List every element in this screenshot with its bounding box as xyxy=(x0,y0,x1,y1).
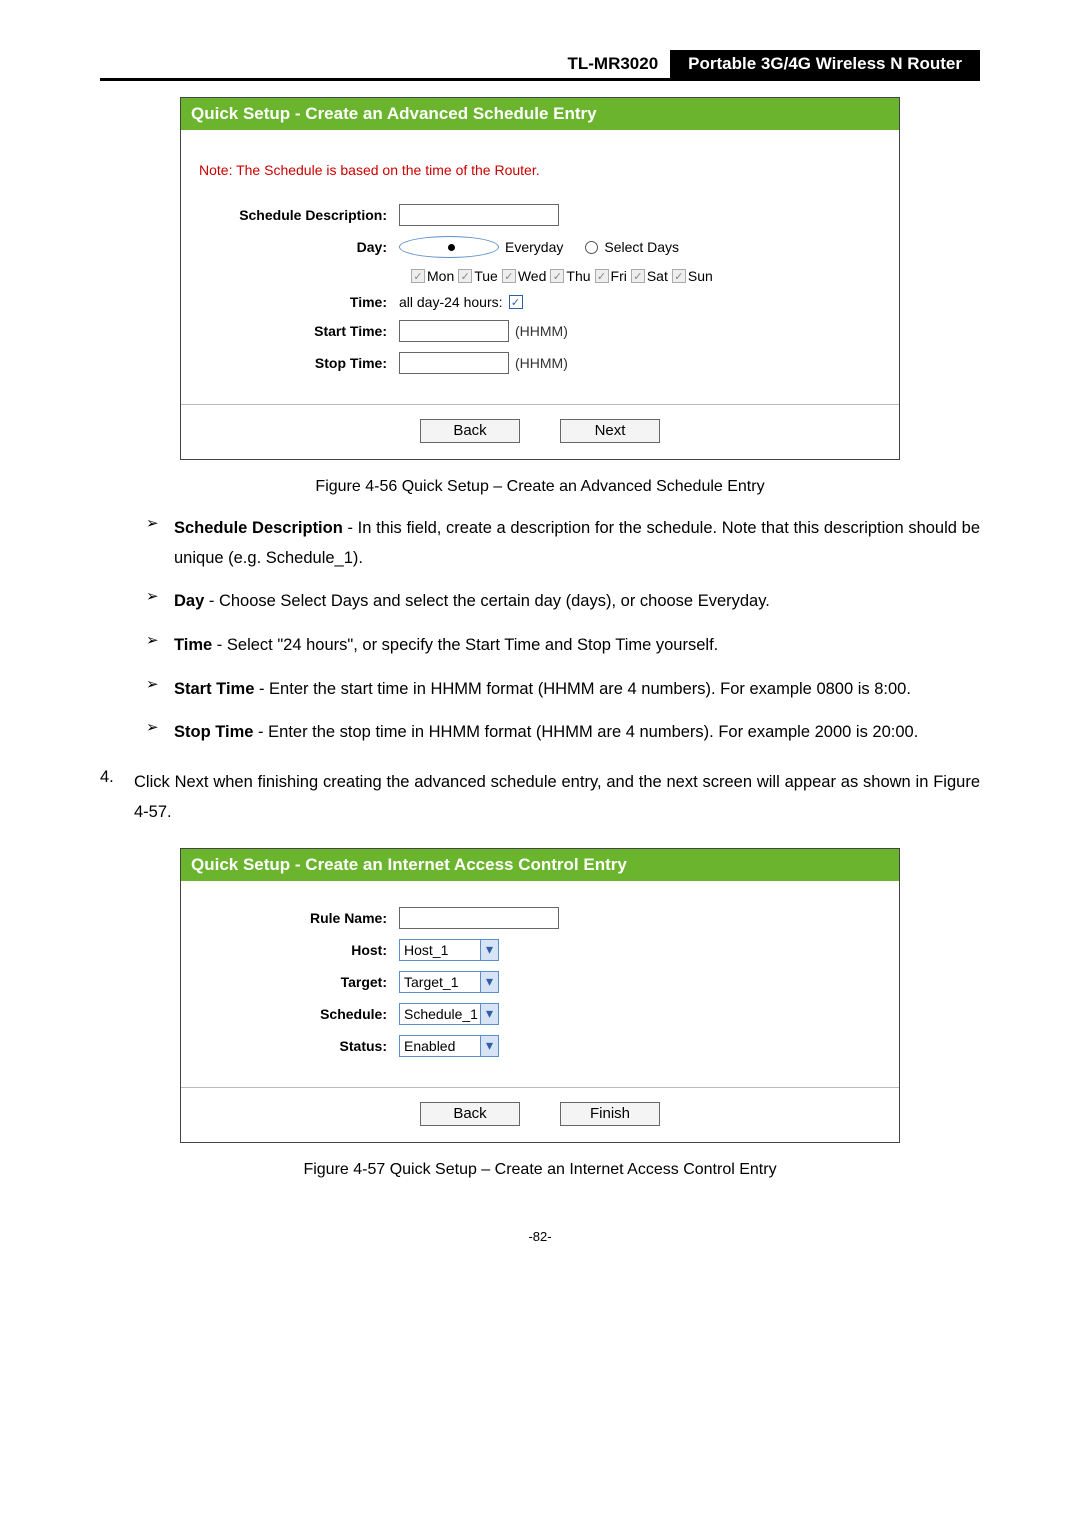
start-time-hint: (HHMM) xyxy=(515,323,568,339)
label-rule-name: Rule Name: xyxy=(199,910,399,926)
label-stop-time: Stop Time: xyxy=(199,355,399,371)
bullet-term: Start Time xyxy=(174,680,254,698)
bullet-item: ➢ Stop Time - Enter the stop time in HHM… xyxy=(146,718,980,748)
bullet-term: Day xyxy=(174,592,204,610)
product-name: Portable 3G/4G Wireless N Router xyxy=(670,50,980,78)
day-checkboxes: ✓Mon ✓Tue ✓Wed ✓Thu ✓Fri ✓Sat ✓Sun xyxy=(399,268,881,284)
schedule-value: Schedule_1 xyxy=(404,1006,478,1022)
radio-select-days[interactable] xyxy=(585,241,598,254)
lbl-wed: Wed xyxy=(518,268,547,284)
chk-sat: ✓ xyxy=(631,269,645,283)
chk-tue: ✓ xyxy=(458,269,472,283)
radio-everyday-label: Everyday xyxy=(505,239,563,255)
status-select[interactable]: Enabled ▾ xyxy=(399,1035,499,1057)
chevron-down-icon: ▾ xyxy=(480,940,498,960)
status-value: Enabled xyxy=(404,1038,455,1054)
chk-all-day[interactable]: ✓ xyxy=(509,295,523,309)
step4-pre: Click xyxy=(134,773,175,791)
bullet-term: Time xyxy=(174,636,212,654)
lbl-tue: Tue xyxy=(474,268,498,284)
schedule-select[interactable]: Schedule_1 ▾ xyxy=(399,1003,499,1025)
chevron-down-icon: ▾ xyxy=(480,972,498,992)
schedule-desc-input[interactable] xyxy=(399,204,559,226)
bullet-item: ➢ Time - Select "24 hours", or specify t… xyxy=(146,631,980,661)
fig2-caption: Figure 4-57 Quick Setup – Create an Inte… xyxy=(100,1161,980,1179)
chk-mon: ✓ xyxy=(411,269,425,283)
lbl-sun: Sun xyxy=(688,268,713,284)
target-value: Target_1 xyxy=(404,974,458,990)
host-select[interactable]: Host_1 ▾ xyxy=(399,939,499,961)
fig1-note: Note: The Schedule is based on the time … xyxy=(181,130,899,204)
label-target: Target: xyxy=(199,974,399,990)
step4-post: when finishing creating the advanced sch… xyxy=(134,773,980,821)
radio-select-days-label: Select Days xyxy=(604,239,679,255)
header-spacer xyxy=(100,50,555,78)
bullet-text: - Choose Select Days and select the cert… xyxy=(204,592,770,610)
stop-time-input[interactable] xyxy=(399,352,509,374)
bullet-icon: ➢ xyxy=(146,514,174,573)
bullet-item: ➢ Schedule Description - In this field, … xyxy=(146,514,980,573)
chk-fri: ✓ xyxy=(595,269,609,283)
label-day: Day: xyxy=(199,239,399,255)
lbl-sat: Sat xyxy=(647,268,668,284)
figure-4-56: Quick Setup - Create an Advanced Schedul… xyxy=(180,97,900,460)
finish-button[interactable]: Finish xyxy=(560,1102,660,1126)
radio-everyday[interactable] xyxy=(399,236,499,258)
bullet-item: ➢ Day - Choose Select Days and select th… xyxy=(146,587,980,617)
host-value: Host_1 xyxy=(404,942,448,958)
chk-thu: ✓ xyxy=(550,269,564,283)
step-number: 4. xyxy=(100,768,134,827)
back-button[interactable]: Back xyxy=(420,419,520,443)
bullet-text: - Enter the stop time in HHMM format (HH… xyxy=(253,723,918,741)
label-time: Time: xyxy=(199,294,399,310)
chevron-down-icon: ▾ xyxy=(480,1004,498,1024)
bullet-icon: ➢ xyxy=(146,631,174,661)
fig1-button-bar: Back Next xyxy=(181,404,899,459)
bullet-icon: ➢ xyxy=(146,675,174,705)
fig2-title: Quick Setup - Create an Internet Access … xyxy=(181,849,899,881)
chevron-down-icon: ▾ xyxy=(480,1036,498,1056)
page-header: TL-MR3020 Portable 3G/4G Wireless N Rout… xyxy=(100,50,980,81)
fig1-form: Schedule Description: Day: Everyday Sele… xyxy=(181,204,899,404)
fig2-form: Rule Name: Host: Host_1 ▾ Target: Target… xyxy=(181,907,899,1087)
time-all-day-text: all day-24 hours: xyxy=(399,294,503,310)
lbl-mon: Mon xyxy=(427,268,454,284)
bullet-term: Schedule Description xyxy=(174,519,343,537)
bullet-icon: ➢ xyxy=(146,587,174,617)
chk-wed: ✓ xyxy=(502,269,516,283)
stop-time-hint: (HHMM) xyxy=(515,355,568,371)
label-status: Status: xyxy=(199,1038,399,1054)
label-host: Host: xyxy=(199,942,399,958)
figure-4-57: Quick Setup - Create an Internet Access … xyxy=(180,848,900,1143)
lbl-thu: Thu xyxy=(566,268,590,284)
step4-bold: Next xyxy=(175,773,209,791)
fig2-button-bar: Back Finish xyxy=(181,1087,899,1142)
page-number: -82- xyxy=(100,1229,980,1244)
rule-name-input[interactable] xyxy=(399,907,559,929)
back-button[interactable]: Back xyxy=(420,1102,520,1126)
step-4: 4. Click Next when finishing creating th… xyxy=(100,768,980,827)
label-schedule-desc: Schedule Description: xyxy=(199,207,399,223)
start-time-input[interactable] xyxy=(399,320,509,342)
next-button[interactable]: Next xyxy=(560,419,660,443)
lbl-fri: Fri xyxy=(611,268,627,284)
chk-sun: ✓ xyxy=(672,269,686,283)
bullet-text: - Enter the start time in HHMM format (H… xyxy=(254,680,911,698)
bullet-icon: ➢ xyxy=(146,718,174,748)
fig1-caption: Figure 4-56 Quick Setup – Create an Adva… xyxy=(100,478,980,496)
bullet-term: Stop Time xyxy=(174,723,253,741)
bullet-text: - Select "24 hours", or specify the Star… xyxy=(212,636,718,654)
bullet-item: ➢ Start Time - Enter the start time in H… xyxy=(146,675,980,705)
model-number: TL-MR3020 xyxy=(555,50,670,78)
target-select[interactable]: Target_1 ▾ xyxy=(399,971,499,993)
bullet-list: ➢ Schedule Description - In this field, … xyxy=(146,514,980,748)
label-schedule: Schedule: xyxy=(199,1006,399,1022)
fig1-title: Quick Setup - Create an Advanced Schedul… xyxy=(181,98,899,130)
label-start-time: Start Time: xyxy=(199,323,399,339)
